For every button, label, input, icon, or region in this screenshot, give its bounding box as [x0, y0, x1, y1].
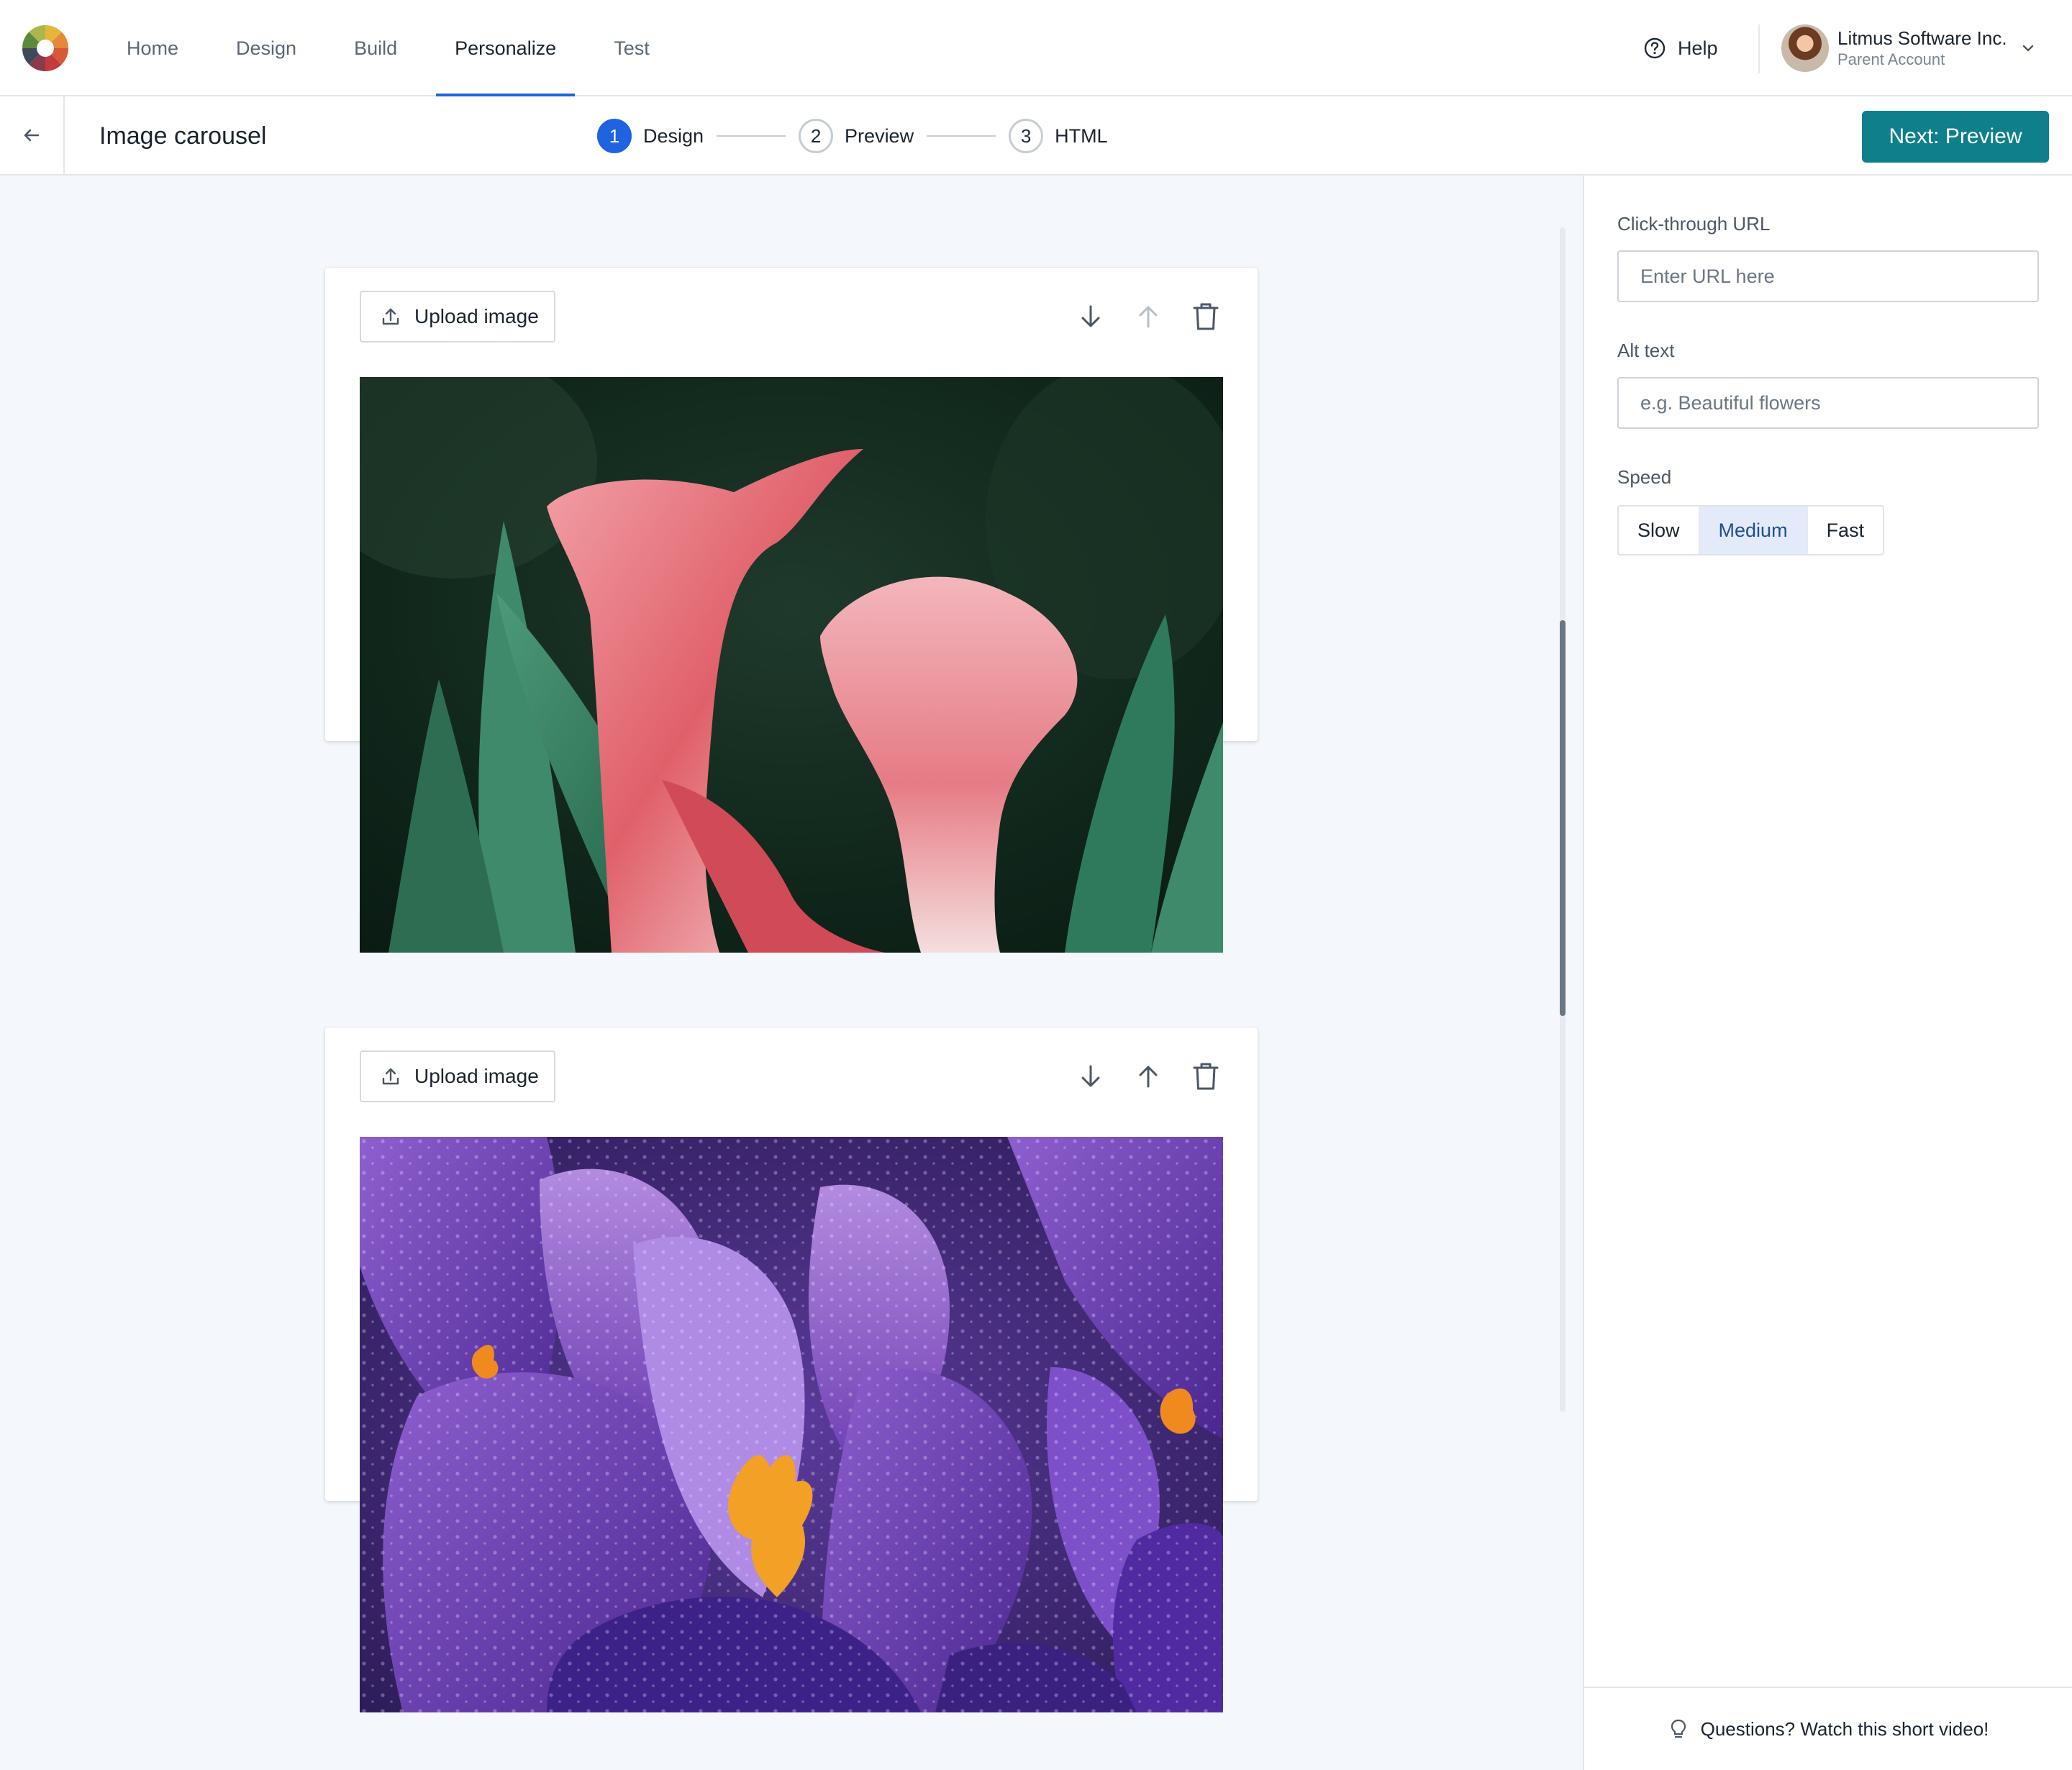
delete-slide-button[interactable] — [1186, 1056, 1226, 1097]
step-connector — [927, 135, 996, 137]
step-html[interactable]: 3 HTML — [1009, 119, 1108, 153]
progress-stepper: 1 Design 2 Preview 3 HTML — [597, 118, 1108, 154]
help-circle-icon — [1644, 37, 1666, 59]
step-label: HTML — [1055, 124, 1108, 147]
litmus-logo-icon[interactable] — [22, 24, 69, 72]
main-nav: Home Design Build Personalize Test — [108, 0, 668, 98]
arrow-up-icon — [1139, 1066, 1158, 1088]
speed-medium-option[interactable]: Medium — [1698, 507, 1807, 554]
delete-slide-button[interactable] — [1186, 296, 1226, 337]
help-video-link[interactable]: Questions? Watch this short video! — [1584, 1687, 2072, 1770]
step-number: 2 — [799, 119, 834, 153]
click-through-url-label: Click-through URL — [1617, 213, 1771, 235]
nav-home[interactable]: Home — [108, 0, 197, 96]
next-preview-button[interactable]: Next: Preview — [1862, 111, 2049, 163]
trash-icon — [1193, 303, 1219, 330]
lightbulb-icon — [1671, 1719, 1686, 1738]
move-down-button[interactable] — [1071, 1056, 1111, 1097]
carousel-slide-card: Upload image — [325, 1027, 1258, 1712]
editor-header: Image carousel 1 Design 2 Preview 3 HTML… — [0, 96, 2072, 176]
account-menu[interactable]: Litmus Software Inc. Parent Account — [1781, 23, 2036, 73]
avatar — [1781, 24, 1829, 72]
slide-image — [360, 1137, 1223, 1712]
scrollbar-thumb[interactable] — [1560, 620, 1566, 1016]
step-design[interactable]: 1 Design — [597, 119, 704, 153]
upload-label: Upload image — [414, 305, 539, 327]
arrow-down-icon — [1081, 1065, 1100, 1087]
click-through-url-input[interactable] — [1617, 250, 2039, 302]
move-up-button[interactable] — [1128, 1056, 1168, 1097]
account-name: Litmus Software Inc. — [1837, 27, 2007, 49]
top-navigation: Home Design Build Personalize Test Help … — [0, 0, 2072, 98]
chevron-down-icon — [2022, 45, 2033, 52]
nav-build[interactable]: Build — [335, 0, 416, 96]
speed-segmented-control: Slow Medium Fast — [1617, 505, 1885, 555]
upload-label: Upload image — [414, 1065, 539, 1087]
step-number: 3 — [1009, 119, 1044, 153]
alt-text-input[interactable] — [1617, 377, 2039, 429]
step-label: Design — [643, 124, 704, 147]
back-button[interactable] — [0, 96, 65, 174]
speed-label: Speed — [1617, 466, 1672, 488]
upload-image-button[interactable]: Upload image — [360, 291, 555, 342]
settings-panel: Click-through URL Alt text Speed Slow Me… — [1583, 176, 2072, 1770]
step-number: 1 — [597, 119, 632, 153]
trash-icon — [1193, 1063, 1219, 1090]
step-connector — [717, 135, 786, 137]
help-video-text: Questions? Watch this short video! — [1700, 1717, 1989, 1740]
page-title: Image carousel — [99, 122, 267, 150]
upload-icon — [382, 308, 399, 325]
speed-fast-option[interactable]: Fast — [1806, 507, 1884, 554]
arrow-down-icon — [1081, 305, 1100, 327]
help-label: Help — [1678, 37, 1718, 59]
help-link[interactable]: Help — [1643, 32, 1718, 65]
upload-icon — [382, 1068, 399, 1085]
step-label: Preview — [845, 124, 914, 147]
arrow-up-icon — [1139, 306, 1158, 328]
slide-image — [360, 377, 1223, 953]
alt-text-label: Alt text — [1617, 340, 1675, 361]
speed-slow-option[interactable]: Slow — [1619, 507, 1699, 554]
step-preview[interactable]: 2 Preview — [799, 119, 914, 153]
nav-design[interactable]: Design — [217, 0, 315, 96]
upload-image-button[interactable]: Upload image — [360, 1050, 555, 1102]
move-up-button[interactable] — [1128, 296, 1168, 337]
nav-test[interactable]: Test — [595, 0, 668, 96]
nav-divider — [1758, 24, 1760, 73]
carousel-slide-card: Upload image — [325, 268, 1258, 953]
arrow-left-icon — [24, 129, 40, 142]
nav-personalize[interactable]: Personalize — [436, 0, 576, 98]
account-type: Parent Account — [1837, 50, 1945, 68]
move-down-button[interactable] — [1071, 296, 1111, 337]
